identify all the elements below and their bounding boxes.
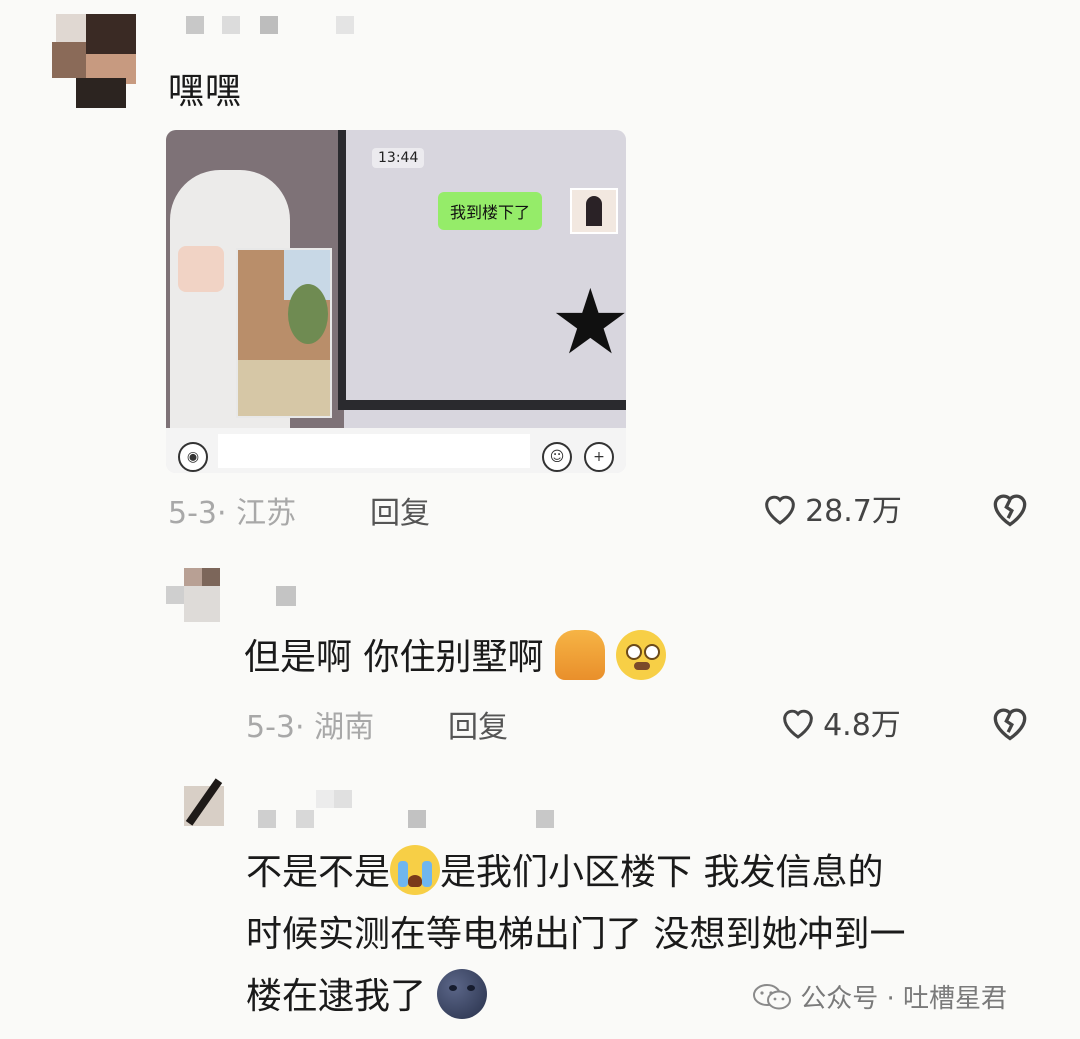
watermark-label: 公众号 · 吐槽星君 [800,984,1008,1014]
star-icon: ★ [550,270,626,375]
avatar[interactable] [166,568,222,624]
pleading-emoji [616,630,667,680]
divider [338,130,346,410]
watermark: 公众号 · 吐槽星君 [752,978,1007,1015]
comment-text: 嘿嘿 [168,71,243,112]
comment-text-line: 时候实测在等电梯出门了 没想到她冲到一 [246,914,906,955]
chat-bubble: 我到楼下了 [438,192,543,230]
smile-icon[interactable]: ☺ [542,442,572,472]
username[interactable] [276,586,296,606]
crying-emoji [390,845,441,895]
heart-icon [765,495,795,525]
dislike-icon[interactable] [988,700,1032,744]
reply-button[interactable]: 回复 [448,702,508,746]
video-face [178,246,224,292]
like-count: 4.8万 [823,708,901,743]
comment-meta: 5-3· 江苏 [168,488,296,532]
pray-emoji [554,630,605,680]
comment-text-content: 但是啊 你住别墅啊 [244,637,544,678]
dislike-icon[interactable] [988,486,1032,530]
voice-icon[interactable]: ◉ [178,442,208,472]
reply-button[interactable]: 回复 [370,488,430,532]
comment-date: 5-3 [168,496,217,531]
chat-time: 13:44 [372,148,425,168]
meta-separator: · [295,710,305,745]
comment-location: 江苏 [236,496,297,531]
like-button[interactable]: 4.8万 [778,700,901,744]
wechat-icon [753,983,791,1009]
attached-image[interactable]: 13:44 我到楼下了 ★ ◉ ☺ + [166,130,626,473]
avatar[interactable] [184,776,224,828]
like-button[interactable]: 28.7万 [760,486,902,530]
comment-text-line: 是我们小区楼下 我发信息的 [440,852,884,893]
video-inset [236,248,332,418]
new-moon-face-emoji [437,969,488,1019]
comment-meta: 5-3· 湖南 [246,702,374,746]
divider [338,400,626,410]
meta-separator: · [217,496,227,531]
chat-avatar [570,188,618,234]
comment-location: 湖南 [314,710,375,745]
username[interactable] [186,16,356,34]
avatar[interactable] [46,14,150,108]
plus-icon[interactable]: + [584,442,614,472]
comment-text-line: 不是不是 [246,852,391,893]
username[interactable] [258,790,558,830]
heart-icon [783,709,813,739]
comment-text: 但是啊 你住别墅啊 [244,628,667,684]
like-count: 28.7万 [805,494,902,529]
comment-text-line: 楼在逮我了 [246,976,427,1017]
comment-date: 5-3 [246,710,295,745]
